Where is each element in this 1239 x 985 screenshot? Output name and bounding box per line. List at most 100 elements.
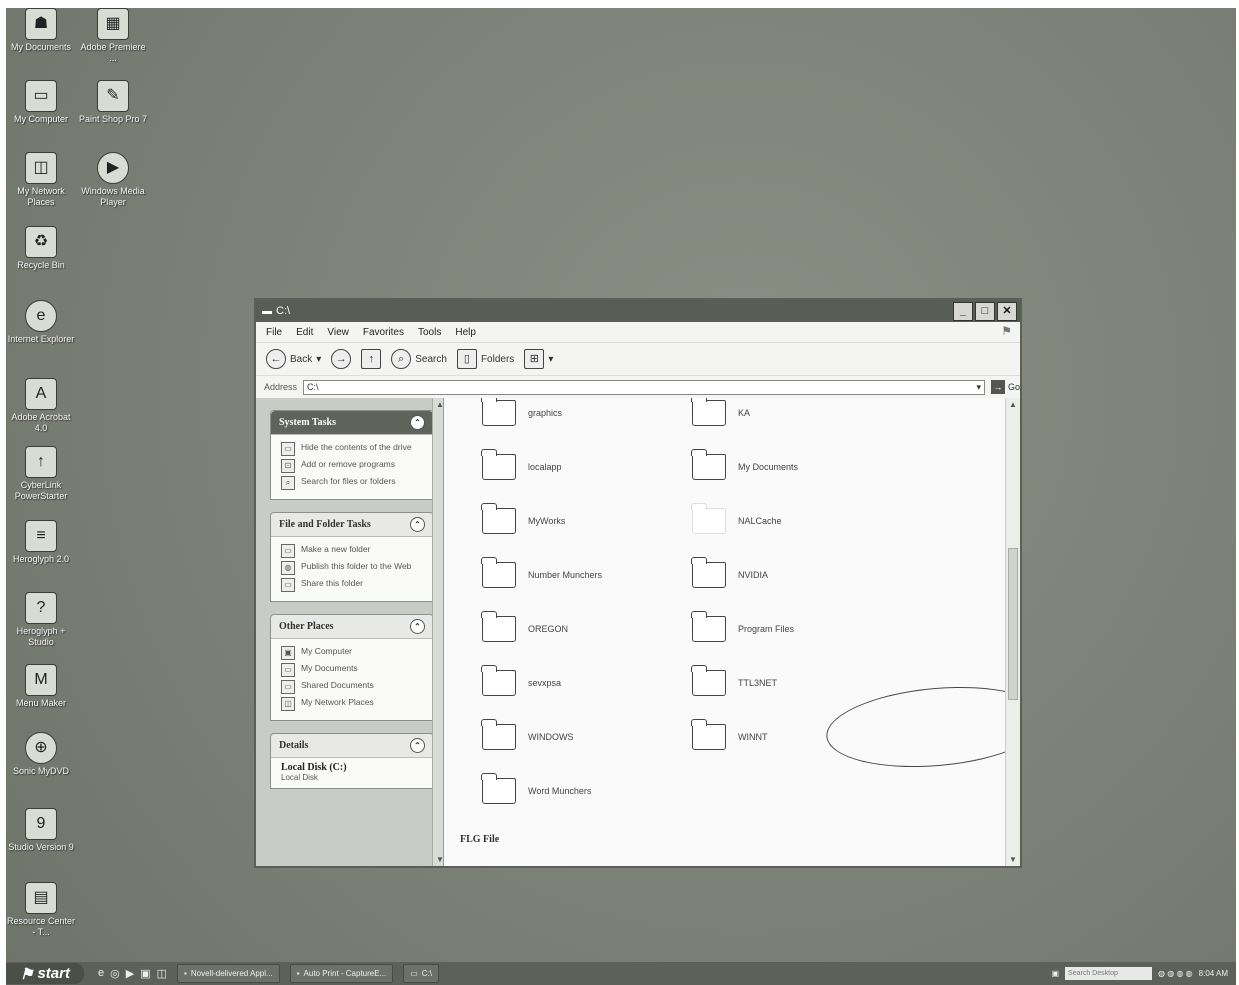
desktop-icon[interactable]: A Adobe Acrobat 4.0 — [6, 378, 76, 434]
folder-item[interactable]: Number Munchers — [481, 557, 602, 588]
scroll-up-icon[interactable]: ▲ — [1009, 400, 1017, 409]
app-icon: ▪ — [184, 969, 187, 978]
clock[interactable]: 8:04 AM — [1199, 969, 1228, 978]
share-folder-link[interactable]: ▭ Share this folder — [281, 578, 427, 592]
mediaplayer-icon[interactable]: ▶ — [126, 967, 134, 980]
menu-favorites[interactable]: Favorites — [363, 327, 404, 338]
my-network-places-link[interactable]: ◫ My Network Places — [281, 697, 427, 711]
window-body: System Tasks ⌃ ▭ Hide the contents of th… — [256, 398, 1020, 866]
minimize-button[interactable]: _ — [953, 302, 973, 321]
desktop-icon[interactable]: ⊕ Sonic MyDVD — [6, 732, 76, 777]
system-tasks-header[interactable]: System Tasks ⌃ — [271, 411, 433, 435]
desktop-icon[interactable]: ▶ Windows Media Player — [78, 152, 148, 208]
menu-edit[interactable]: Edit — [296, 327, 313, 338]
quick-launch: e ◎ ▶ ▣ ◫ — [98, 967, 167, 980]
collapse-icon[interactable]: ⌃ — [410, 415, 425, 430]
file-list-scrollbar[interactable]: ▲ ▼ — [1005, 398, 1020, 866]
folders-button[interactable]: ▯ Folders — [456, 349, 514, 369]
outlook-icon[interactable]: ◎ — [110, 967, 120, 980]
desktop-icon[interactable]: ▦ Adobe Premiere ... — [78, 8, 148, 64]
folder-label: WINDOWS — [528, 732, 574, 742]
menu-view[interactable]: View — [327, 327, 349, 338]
scroll-down-icon[interactable]: ▼ — [436, 855, 443, 864]
make-new-folder-link[interactable]: ▭ Make a new folder — [281, 544, 427, 558]
desktop-icon[interactable]: e Internet Explorer — [6, 300, 76, 345]
search-files-link[interactable]: ⌕ Search for files or folders — [281, 476, 427, 490]
menu-file[interactable]: File — [266, 327, 282, 338]
forward-button[interactable]: → — [331, 349, 352, 369]
maximize-button[interactable]: □ — [975, 302, 995, 321]
place-label: My Documents — [301, 663, 358, 673]
hide-contents-link[interactable]: ▭ Hide the contents of the drive — [281, 442, 427, 456]
folder-item[interactable]: TTL3NET — [691, 665, 777, 696]
desktop-icon[interactable]: ♻ Recycle Bin — [6, 226, 76, 271]
desktop-icon[interactable]: ↑ CyberLink PowerStarter — [6, 446, 76, 502]
details-header[interactable]: Details ⌃ — [271, 734, 433, 758]
desktop-icon-label: Recycle Bin — [17, 260, 65, 270]
back-dropdown-icon: ▾ — [316, 353, 322, 365]
folder-item[interactable]: My Documents — [691, 449, 798, 480]
my-documents-link[interactable]: ▭ My Documents — [281, 663, 427, 677]
desktop-icon[interactable]: ◫ My Network Places — [6, 152, 76, 208]
folder-item[interactable]: NVIDIA — [691, 557, 768, 588]
desktop-icon[interactable]: ≡ Heroglyph 2.0 — [6, 520, 76, 565]
file-folder-tasks-header[interactable]: File and Folder Tasks ⌃ — [271, 513, 433, 537]
taskbar-item-novell[interactable]: ▪ Novell-delivered Appl... — [177, 964, 280, 983]
scroll-up-icon[interactable]: ▲ — [436, 400, 443, 409]
desktop-icon[interactable]: ▭ My Computer — [6, 80, 76, 125]
close-button[interactable]: ✕ — [997, 302, 1017, 321]
folder-item[interactable]: KA — [691, 398, 750, 426]
scroll-down-icon[interactable]: ▼ — [1009, 855, 1017, 864]
taskbar-item-explorer[interactable]: ▭ C:\ — [403, 964, 440, 983]
go-button[interactable]: → Go — [990, 380, 1020, 394]
desktop-icon[interactable]: ? Heroglyph + Studio — [6, 592, 76, 648]
desktop-icon[interactable]: ▤ Resource Center - T... — [6, 882, 76, 938]
desktop-icon[interactable]: 9 Studio Version 9 — [6, 808, 76, 853]
search-button[interactable]: ⌕ Search — [391, 349, 447, 369]
desktop-icon[interactable]: M Menu Maker — [6, 664, 76, 709]
folder-item[interactable]: OREGON — [481, 611, 568, 642]
task-pane-scrollbar[interactable]: ▲ ▼ — [432, 398, 443, 866]
folder-item[interactable]: localapp — [481, 449, 562, 480]
other-places-header[interactable]: Other Places ⌃ — [271, 615, 433, 639]
desktop-search-icon[interactable]: ▣ — [1051, 969, 1059, 978]
menu-tools[interactable]: Tools — [418, 327, 441, 338]
show-desktop-icon[interactable]: ▣ — [140, 967, 150, 980]
network-icon[interactable]: ◫ — [157, 967, 167, 980]
back-button[interactable]: ← Back ▾ — [266, 349, 321, 369]
shared-documents-link[interactable]: ▭ Shared Documents — [281, 680, 427, 694]
taskbar-item-label: C:\ — [421, 969, 433, 978]
taskbar-item-autoprint[interactable]: ▪ Auto Print - CaptureE... — [289, 964, 394, 983]
folder-item[interactable]: Program Files — [691, 611, 794, 642]
folder-item[interactable]: sevxpsa — [481, 665, 561, 696]
desktop-icon-label: My Network Places — [17, 186, 65, 207]
ie-icon[interactable]: e — [98, 967, 104, 980]
publish-folder-link[interactable]: ◍ Publish this folder to the Web — [281, 561, 427, 575]
folder-item[interactable]: WINNT — [691, 719, 768, 750]
up-folder-button[interactable]: ↑ — [361, 349, 382, 369]
folder-item[interactable]: WINDOWS — [481, 719, 574, 750]
menu-help[interactable]: Help — [455, 327, 476, 338]
collapse-icon[interactable]: ⌃ — [410, 517, 425, 532]
folder-label: graphics — [528, 408, 563, 418]
scroll-thumb[interactable] — [1008, 548, 1018, 700]
task-label: Hide the contents of the drive — [301, 442, 412, 452]
start-button[interactable]: ⚑ start — [6, 963, 84, 984]
address-input[interactable]: C:\ ▾ — [303, 379, 985, 395]
folder-item[interactable]: Word Munchers — [481, 773, 591, 804]
views-button[interactable]: ⊞ ▾ — [524, 349, 553, 369]
folder-item[interactable]: MyWorks — [481, 503, 565, 534]
folder-icon — [481, 449, 516, 480]
address-dropdown-icon[interactable]: ▾ — [976, 382, 981, 393]
title-bar[interactable]: ▬ C:\ _ □ ✕ — [256, 300, 1020, 322]
my-computer-link[interactable]: ▣ My Computer — [281, 646, 427, 660]
folder-item[interactable]: graphics — [481, 398, 563, 426]
collapse-icon[interactable]: ⌃ — [410, 619, 425, 634]
add-remove-programs-link[interactable]: ⊡ Add or remove programs — [281, 459, 427, 473]
collapse-icon[interactable]: ⌃ — [410, 738, 425, 753]
desktop-icon[interactable]: ✎ Paint Shop Pro 7 — [78, 80, 148, 125]
tray-icons[interactable]: ◍ ◍ ◍ ◍ — [1158, 969, 1193, 978]
folder-item[interactable]: NALCache — [691, 503, 782, 534]
desktop-icon[interactable]: ☗ My Documents — [6, 8, 76, 53]
desktop-search-input[interactable]: Search Desktop — [1065, 967, 1153, 980]
